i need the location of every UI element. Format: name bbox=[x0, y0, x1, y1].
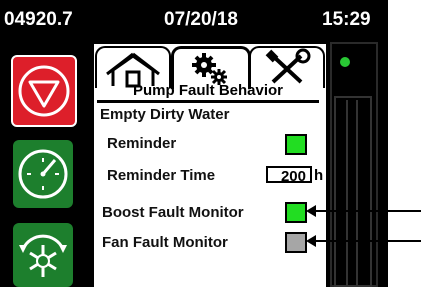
boost-callout-arrow bbox=[306, 205, 316, 217]
callout-lines bbox=[306, 205, 421, 247]
screen: 04920.7 07/20/18 15:29 Pump Fault Behavi… bbox=[0, 0, 421, 287]
fan-callout-arrow bbox=[306, 235, 316, 247]
